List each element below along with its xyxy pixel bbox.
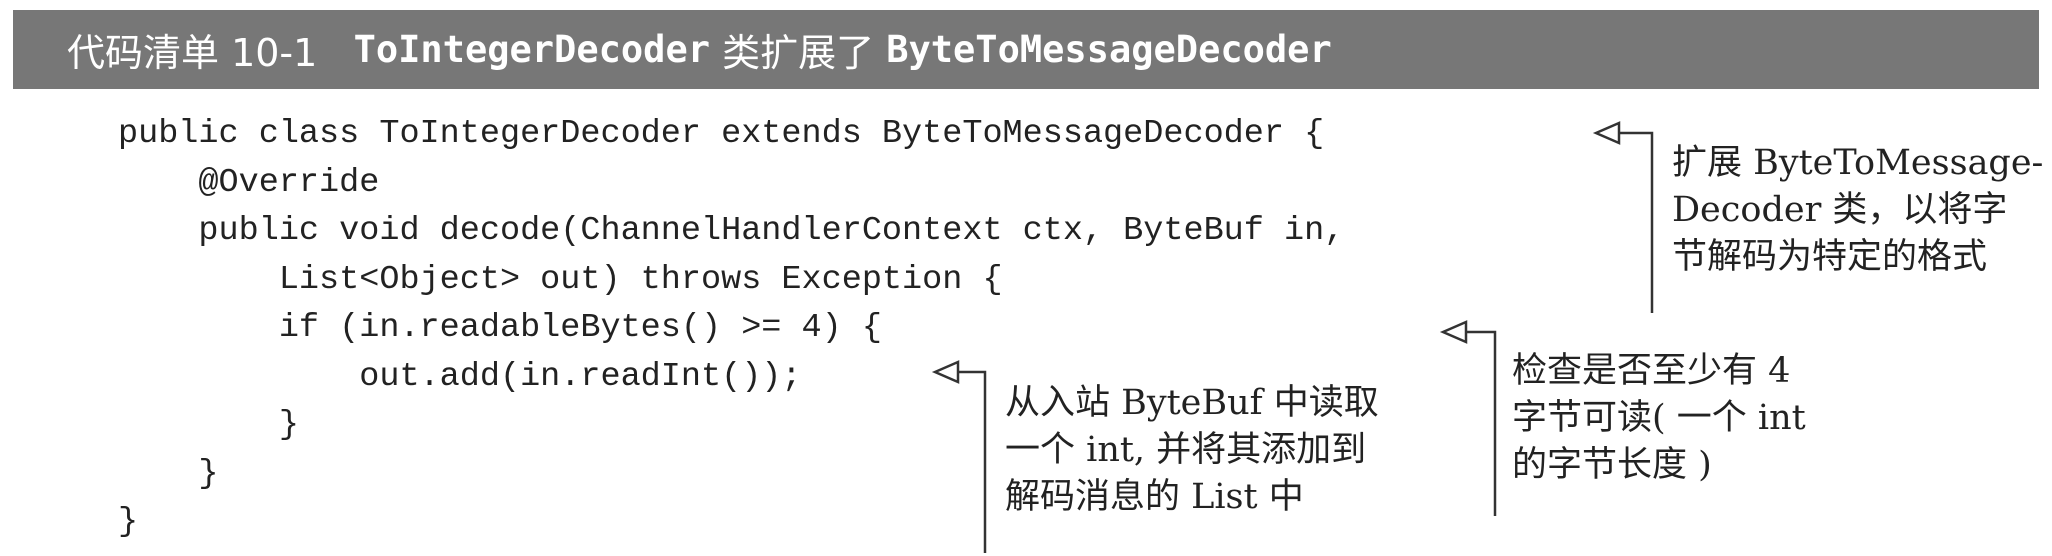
callout-line: 检查是否至少有 4 [1512, 351, 1791, 391]
arrow-check-icon [1439, 320, 1497, 516]
callout-line: Decoder 类，以将字 [1672, 190, 2008, 230]
callout-line: 节解码为特定的格式 [1672, 237, 1988, 277]
callout-line: 的字节长度 ) [1512, 445, 1712, 485]
callout-extends: 扩展 ByteToMessage- Decoder 类，以将字 节解码为特定的格… [1672, 140, 2043, 281]
callout-read: 从入站 ByteBuf 中读取 一个 int, 并将其添加到 解码消息的 Lis… [1005, 380, 1379, 521]
callout-line: 字节可读( 一个 int [1512, 398, 1806, 438]
callout-line: 扩展 ByteToMessage- [1672, 143, 2044, 183]
callout-check: 检查是否至少有 4 字节可读( 一个 int 的字节长度 ) [1512, 348, 1806, 489]
arrow-extends-icon [1592, 121, 1654, 313]
callout-line: 解码消息的 List 中 [1005, 477, 1304, 517]
callout-line: 一个 int, 并将其添加到 [1005, 430, 1367, 470]
arrow-read-icon [931, 360, 987, 553]
callout-line: 从入站 ByteBuf 中读取 [1005, 383, 1379, 423]
